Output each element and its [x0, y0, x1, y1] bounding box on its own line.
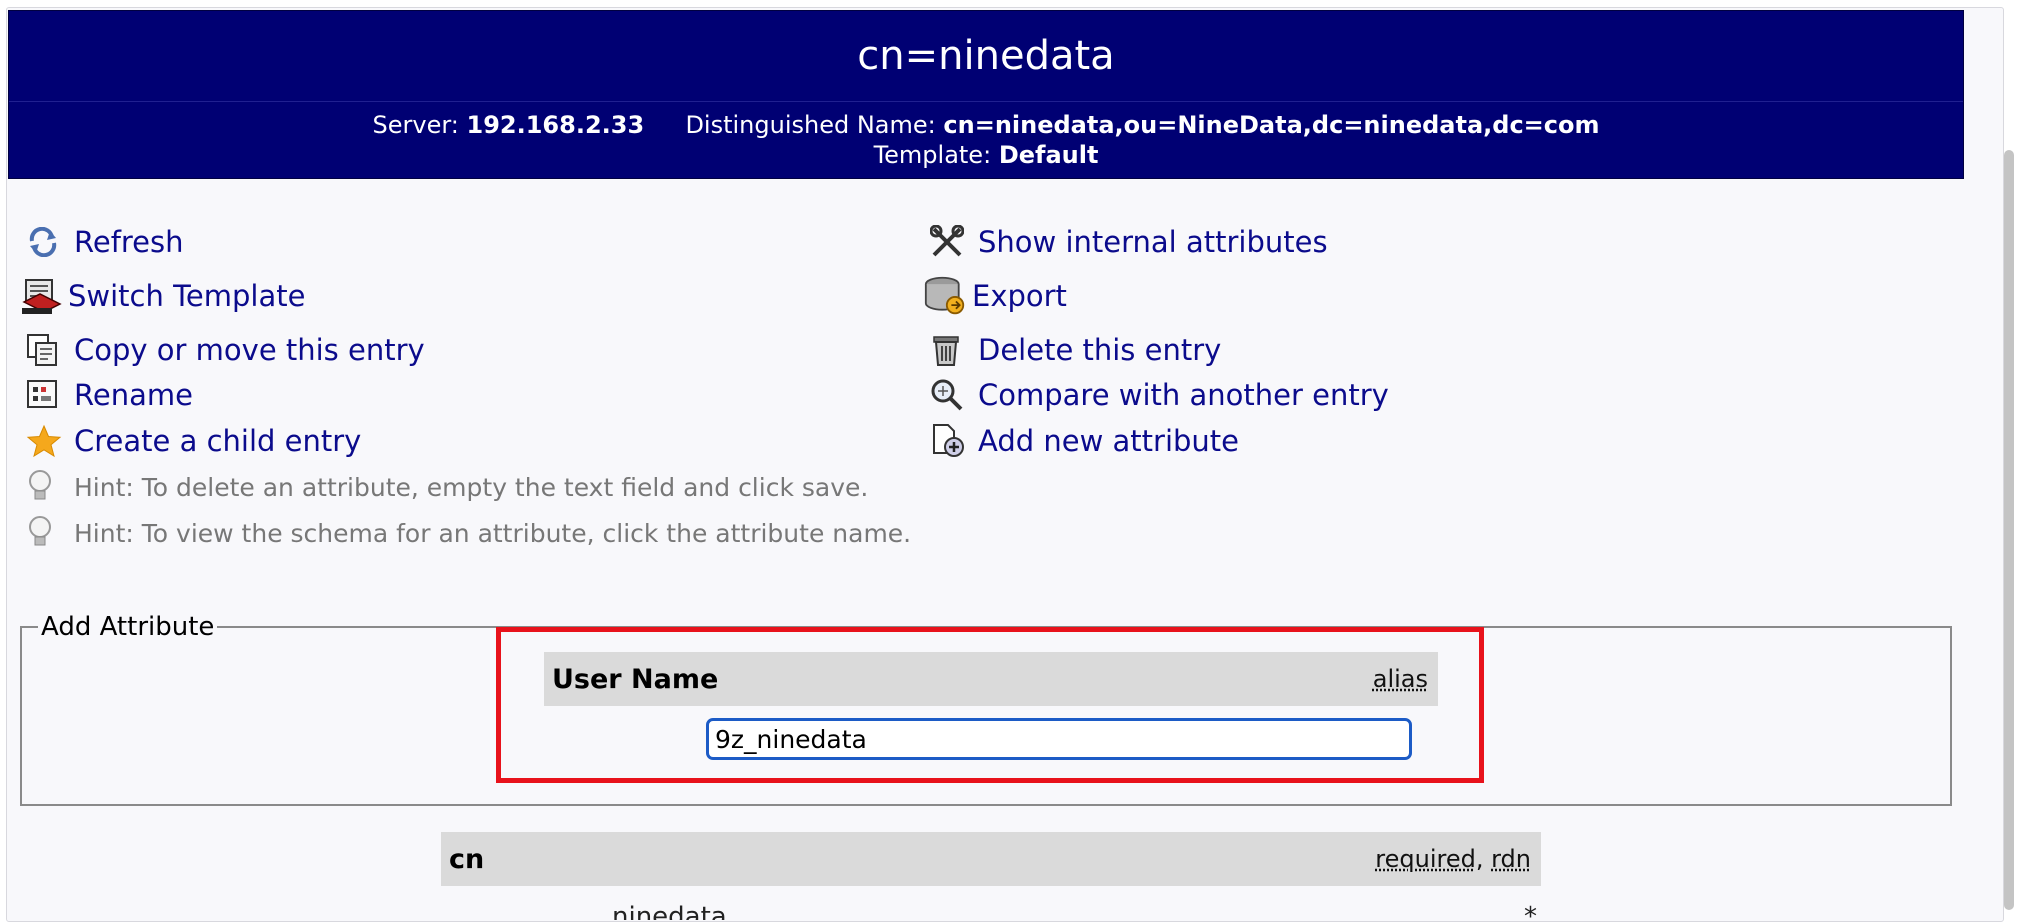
tools-icon: [930, 224, 972, 260]
export-link[interactable]: Export: [924, 276, 1067, 316]
compare-icon: [930, 377, 972, 413]
highlight-box: [496, 627, 1484, 783]
dn-label: Distinguished Name:: [685, 111, 936, 139]
lightbulb-icon: [26, 469, 68, 505]
show-internal-attributes-link[interactable]: Show internal attributes: [930, 222, 1328, 262]
add-new-attribute-link[interactable]: Add new attribute: [930, 421, 1239, 461]
template-label: Template:: [873, 141, 992, 169]
rdn-flag[interactable]: rdn: [1491, 845, 1531, 873]
delete-entry-link[interactable]: Delete this entry: [930, 330, 1221, 370]
switch-template-link[interactable]: Switch Template: [20, 276, 305, 316]
server-value: 192.168.2.33: [466, 111, 645, 139]
add-attribute-icon: [930, 423, 972, 459]
required-marker: *: [1524, 902, 1537, 920]
required-flag[interactable]: required: [1375, 845, 1476, 873]
flag-separator: ,: [1475, 845, 1484, 873]
template-value: Default: [998, 141, 1099, 169]
hint-view-schema: Hint: To view the schema for an attribut…: [26, 514, 911, 552]
cn-value-peek: ninedata: [612, 902, 727, 920]
vertical-scrollbar[interactable]: [2004, 150, 2014, 910]
compare-entry-link[interactable]: Compare with another entry: [930, 375, 1389, 415]
entry-info: Server: 192.168.2.33 Distinguished Name:…: [9, 102, 1963, 178]
switch-template-icon: [20, 278, 62, 314]
dn-value: cn=ninedata,ou=NineData,dc=ninedata,dc=c…: [943, 111, 1600, 139]
server-label: Server:: [372, 111, 459, 139]
refresh-icon: [26, 224, 68, 260]
copy-icon: [26, 332, 68, 368]
page-title: cn=ninedata: [9, 11, 1963, 102]
star-icon: [26, 423, 68, 459]
create-child-link[interactable]: Create a child entry: [26, 421, 361, 461]
refresh-link[interactable]: Refresh: [26, 222, 184, 262]
entry-header: cn=ninedata Server: 192.168.2.33 Disting…: [8, 10, 1964, 179]
trash-icon: [930, 332, 972, 368]
rename-icon: [26, 377, 68, 413]
cn-attribute-header: cn required, rdn: [441, 832, 1541, 886]
hint-delete-attribute: Hint: To delete an attribute, empty the …: [26, 468, 868, 506]
add-attribute-legend: Add Attribute: [41, 612, 215, 642]
lightbulb-icon: [26, 515, 68, 551]
rename-link[interactable]: Rename: [26, 375, 193, 415]
export-icon: [924, 276, 966, 315]
attribute-name-cn[interactable]: cn: [449, 844, 484, 875]
copy-move-link[interactable]: Copy or move this entry: [26, 330, 425, 370]
